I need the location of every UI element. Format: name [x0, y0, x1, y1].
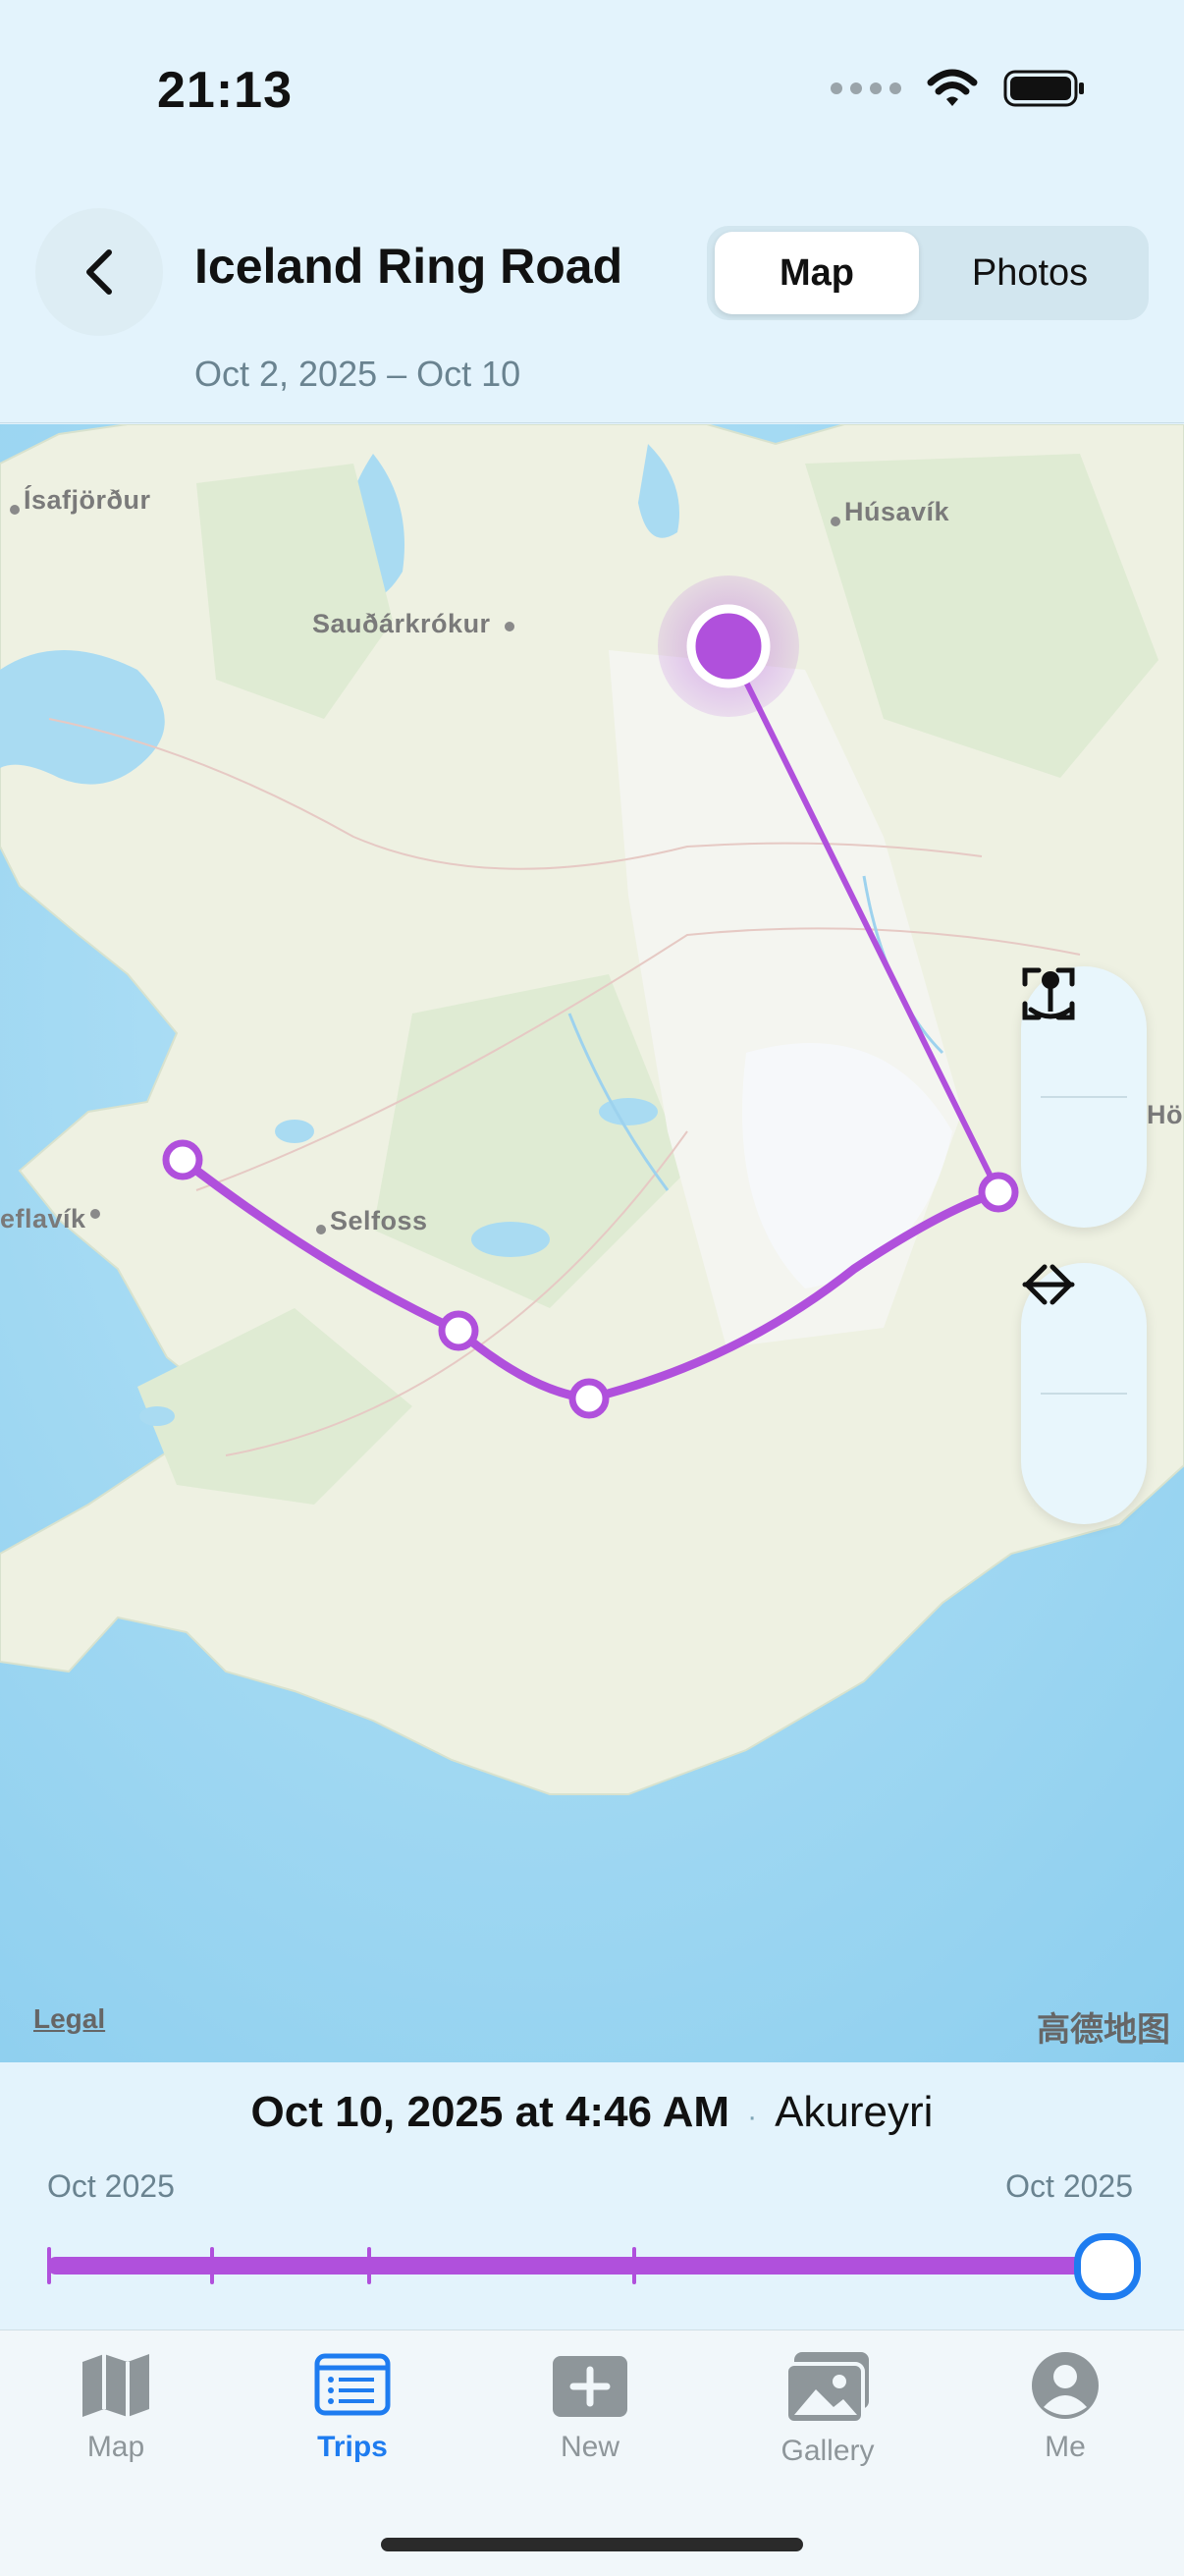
status-bar: 21:13 — [0, 0, 1184, 187]
place-dot — [90, 1209, 100, 1219]
map-icon — [82, 2354, 149, 2417]
current-place: Akureyri — [775, 2088, 934, 2136]
tab-map[interactable]: Map — [18, 2350, 214, 2464]
segment-map[interactable]: Map — [715, 232, 919, 314]
map-provider-logo: 高德地图 — [1037, 2011, 1170, 2049]
place-label: Hö — [1147, 1100, 1183, 1129]
tab-gallery[interactable]: Gallery — [729, 2350, 926, 2468]
segment-photos[interactable]: Photos — [919, 232, 1141, 314]
timeline-tick — [210, 2247, 214, 2284]
battery-icon — [1003, 70, 1084, 107]
place-label: eflavík — [0, 1204, 86, 1233]
timeline-end-label: Oct 2025 — [1005, 2168, 1133, 2204]
current-location-marker[interactable] — [686, 604, 771, 688]
status-icons — [831, 69, 1086, 108]
place-dot — [316, 1225, 326, 1234]
place-label: Sauðárkrókur — [312, 609, 491, 638]
plus-icon — [553, 2356, 627, 2417]
back-button[interactable] — [35, 208, 163, 336]
trip-header: Iceland Ring Road Oct 2, 2025 – Oct 10 M… — [0, 196, 1184, 423]
legal-link[interactable]: Legal — [33, 2003, 105, 2035]
timeline-start-label: Oct 2025 — [47, 2168, 175, 2204]
separator-dot: · — [747, 2101, 758, 2133]
tab-label: New — [560, 2431, 619, 2463]
trip-date-range: Oct 2, 2025 – Oct 10 — [194, 354, 521, 394]
tab-me[interactable]: Me — [967, 2350, 1163, 2464]
place-dot — [831, 517, 840, 526]
tab-new[interactable]: New — [492, 2350, 688, 2464]
place-dot — [10, 505, 20, 515]
previous-arrow-icon — [1024, 1264, 1075, 1305]
timeline-tick — [632, 2247, 636, 2284]
page-title: Iceland Ring Road — [194, 239, 623, 294]
cellular-signal-icon — [831, 82, 901, 94]
tab-label: Trips — [317, 2431, 388, 2463]
trips-list-icon — [314, 2353, 391, 2416]
wifi-icon — [927, 69, 978, 106]
fit-bounds-icon — [1022, 967, 1075, 1020]
waypoint-marker[interactable] — [568, 1378, 610, 1419]
map-view[interactable]: Ísafjörður Húsavík Sauðárkrókur Selfoss … — [0, 424, 1184, 2062]
timeline-slider-thumb[interactable] — [1074, 2233, 1141, 2300]
timeline-panel: Oct 10, 2025 at 4:46 AM · Akureyri Oct 202… — [0, 2062, 1184, 2329]
place-dot — [505, 622, 514, 631]
waypoint-marker[interactable] — [978, 1172, 1019, 1213]
timeline-slider-track[interactable] — [47, 2257, 1109, 2275]
tab-trips[interactable]: Trips — [254, 2350, 451, 2464]
timeline-tick — [47, 2247, 51, 2284]
timeline-current: Oct 10, 2025 at 4:46 AM · Akureyri — [0, 2088, 1184, 2137]
status-time: 21:13 — [157, 62, 293, 119]
gallery-icon — [784, 2352, 869, 2425]
chevron-left-icon — [86, 249, 112, 295]
step-controls — [1021, 1263, 1147, 1524]
person-icon — [1032, 2352, 1099, 2419]
timeline-tick — [367, 2247, 371, 2284]
map-tools — [1021, 966, 1147, 1228]
home-indicator — [381, 2538, 803, 2551]
fit-route-button[interactable] — [1021, 967, 1147, 1228]
waypoint-marker[interactable] — [438, 1310, 479, 1351]
tab-label: Map — [86, 2431, 145, 2463]
previous-stop-button[interactable] — [1021, 1264, 1147, 1524]
place-label: Selfoss — [330, 1206, 428, 1235]
view-switcher: Map Photos — [707, 226, 1149, 320]
current-timestamp: Oct 10, 2025 at 4:46 AM — [250, 2088, 730, 2136]
map-canvas — [0, 424, 1184, 2062]
tab-label: Gallery — [780, 2435, 875, 2467]
waypoint-marker[interactable] — [162, 1139, 203, 1180]
place-label: Húsavík — [844, 497, 950, 526]
tab-label: Me — [1045, 2431, 1086, 2463]
place-label: Ísafjörður — [24, 485, 151, 515]
